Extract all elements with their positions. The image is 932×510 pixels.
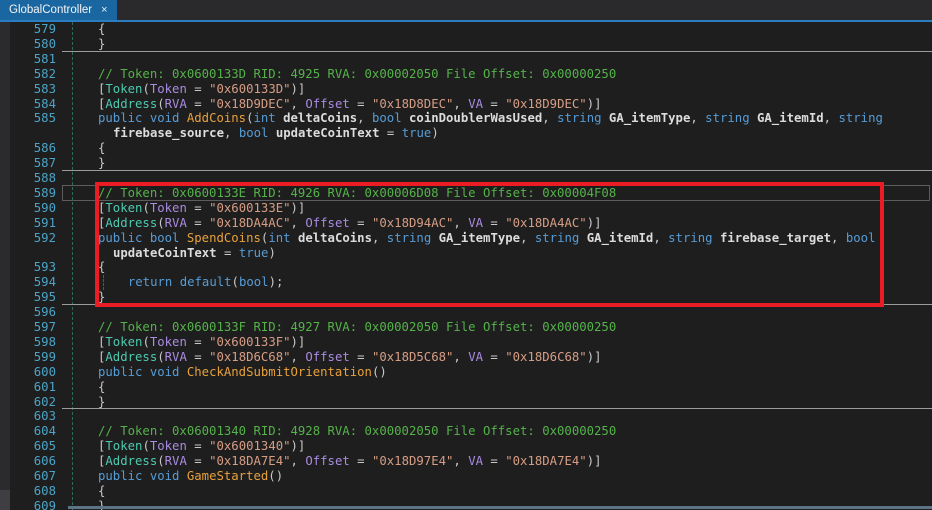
code-line[interactable]: 582 // Token: 0x0600133D RID: 4925 RVA: 0… (0, 67, 932, 82)
code-text: [Token(Token = "0x600133D")] (98, 81, 306, 96)
tab-bar: GlobalController × (0, 0, 932, 20)
code-line[interactable]: 604 // Token: 0x06001340 RID: 4928 RVA: 0… (0, 424, 932, 439)
code-line[interactable]: 596 (0, 305, 932, 320)
line-number: 588 (33, 171, 56, 185)
tab-title: GlobalController (9, 4, 93, 16)
line-number: 583 (33, 81, 56, 96)
code-text: public void AddCoins(int deltaCoins, boo… (98, 111, 883, 126)
line-number: 606 (33, 454, 56, 469)
code-text: public void CheckAndSubmitOrientation() (98, 364, 387, 379)
code-text: { (98, 141, 106, 156)
code-line[interactable]: firebase_source, bool updateCoinText = t… (0, 126, 932, 141)
code-line[interactable]: 598 [Token(Token = "0x600133F")] (0, 335, 932, 350)
decompiler-window: GlobalController × 579{580} 581 582// Toke… (0, 0, 932, 510)
line-number: 579 (33, 22, 56, 36)
line-number: 603 (33, 409, 56, 424)
code-text: { (98, 379, 106, 394)
line-number: 595 (33, 290, 56, 305)
code-line[interactable]: 602} (0, 395, 932, 410)
line-number: 599 (33, 349, 56, 364)
code-line[interactable]: 601 { (0, 380, 932, 395)
line-number: 592 (33, 230, 56, 245)
code-line[interactable]: 581 (0, 52, 932, 67)
code-text: // Token: 0x0600133D RID: 4925 RVA: 0x00… (98, 66, 617, 81)
line-number: 596 (33, 305, 56, 320)
code-text: [Token(Token = "0x6001340")] (98, 439, 306, 454)
code-line[interactable]: 607 public void GameStarted() (0, 469, 932, 484)
bottom-divider (68, 506, 932, 509)
code-text: // Token: 0x06001340 RID: 4928 RVA: 0x00… (98, 424, 617, 439)
code-line[interactable]: 603 (0, 409, 932, 424)
line-number: 608 (33, 483, 56, 498)
code-line[interactable]: 587} (0, 156, 932, 171)
code-text: { (98, 22, 106, 36)
code-line[interactable]: 579 { (0, 22, 932, 37)
line-number: 609 (33, 498, 56, 510)
line-number: 600 (33, 364, 56, 379)
line-number: 602 (33, 394, 56, 409)
code-text: } (98, 394, 106, 409)
code-text: public void GameStarted() (98, 469, 284, 483)
line-number: 604 (33, 424, 56, 439)
code-line[interactable]: 605 [Token(Token = "0x6001340")] (0, 439, 932, 454)
line-number: 580 (33, 36, 56, 51)
code-text: [Token(Token = "0x600133F")] (98, 334, 306, 349)
code-text: [Address(RVA = "0x18D9DEC", Offset = "0x… (98, 96, 602, 111)
line-number: 598 (33, 334, 56, 349)
code-text: firebase_source, bool updateCoinText = t… (112, 126, 439, 141)
code-line[interactable]: 583 [Token(Token = "0x600133D")] (0, 82, 932, 97)
code-line[interactable]: 597 // Token: 0x0600133F RID: 4927 RVA: 0… (0, 320, 932, 335)
line-number: 584 (33, 96, 56, 111)
line-number: 594 (33, 275, 56, 290)
line-number: 582 (33, 66, 56, 81)
line-number: 591 (33, 215, 56, 230)
code-line[interactable]: 580} (0, 37, 932, 52)
code-text: // Token: 0x0600133F RID: 4927 RVA: 0x00… (98, 320, 617, 334)
code-line[interactable]: 600 public void CheckAndSubmitOrientation… (0, 365, 932, 380)
line-number: 593 (33, 260, 56, 275)
code-text: [Address(RVA = "0x18DA7E4", Offset = "0x… (98, 454, 602, 469)
code-editor[interactable]: 579{580} 581 582// Token: 0x0600133D RID: … (0, 22, 932, 510)
code-line[interactable]: 606 [Address(RVA = "0x18DA7E4", Offset = … (0, 454, 932, 469)
code-line[interactable]: 608 { (0, 484, 932, 499)
code-line[interactable]: 585 public void AddCoins(int deltaCoins, … (0, 111, 932, 126)
code-line[interactable]: 586 { (0, 141, 932, 156)
code-text: } (98, 156, 106, 171)
code-text: } (98, 36, 106, 51)
line-number: 587 (33, 156, 56, 171)
line-number: 586 (33, 141, 56, 156)
line-number: 597 (33, 320, 56, 334)
line-number: 581 (33, 51, 56, 66)
line-number: 589 (33, 185, 56, 200)
annotation-red-box (95, 182, 884, 307)
line-number: 590 (33, 200, 56, 215)
close-icon[interactable]: × (101, 4, 107, 16)
code-line[interactable]: 599 [Address(RVA = "0x18D6C68", Offset = … (0, 350, 932, 365)
code-text: { (98, 483, 106, 498)
line-number: 585 (33, 111, 56, 126)
line-number: 601 (33, 379, 56, 394)
tab-globalcontroller[interactable]: GlobalController × (0, 0, 117, 20)
line-number: 607 (33, 469, 56, 483)
code-text: [Address(RVA = "0x18D6C68", Offset = "0x… (98, 349, 602, 364)
code-line[interactable]: 584 [Address(RVA = "0x18D9DEC", Offset = … (0, 97, 932, 112)
line-number: 605 (33, 439, 56, 454)
